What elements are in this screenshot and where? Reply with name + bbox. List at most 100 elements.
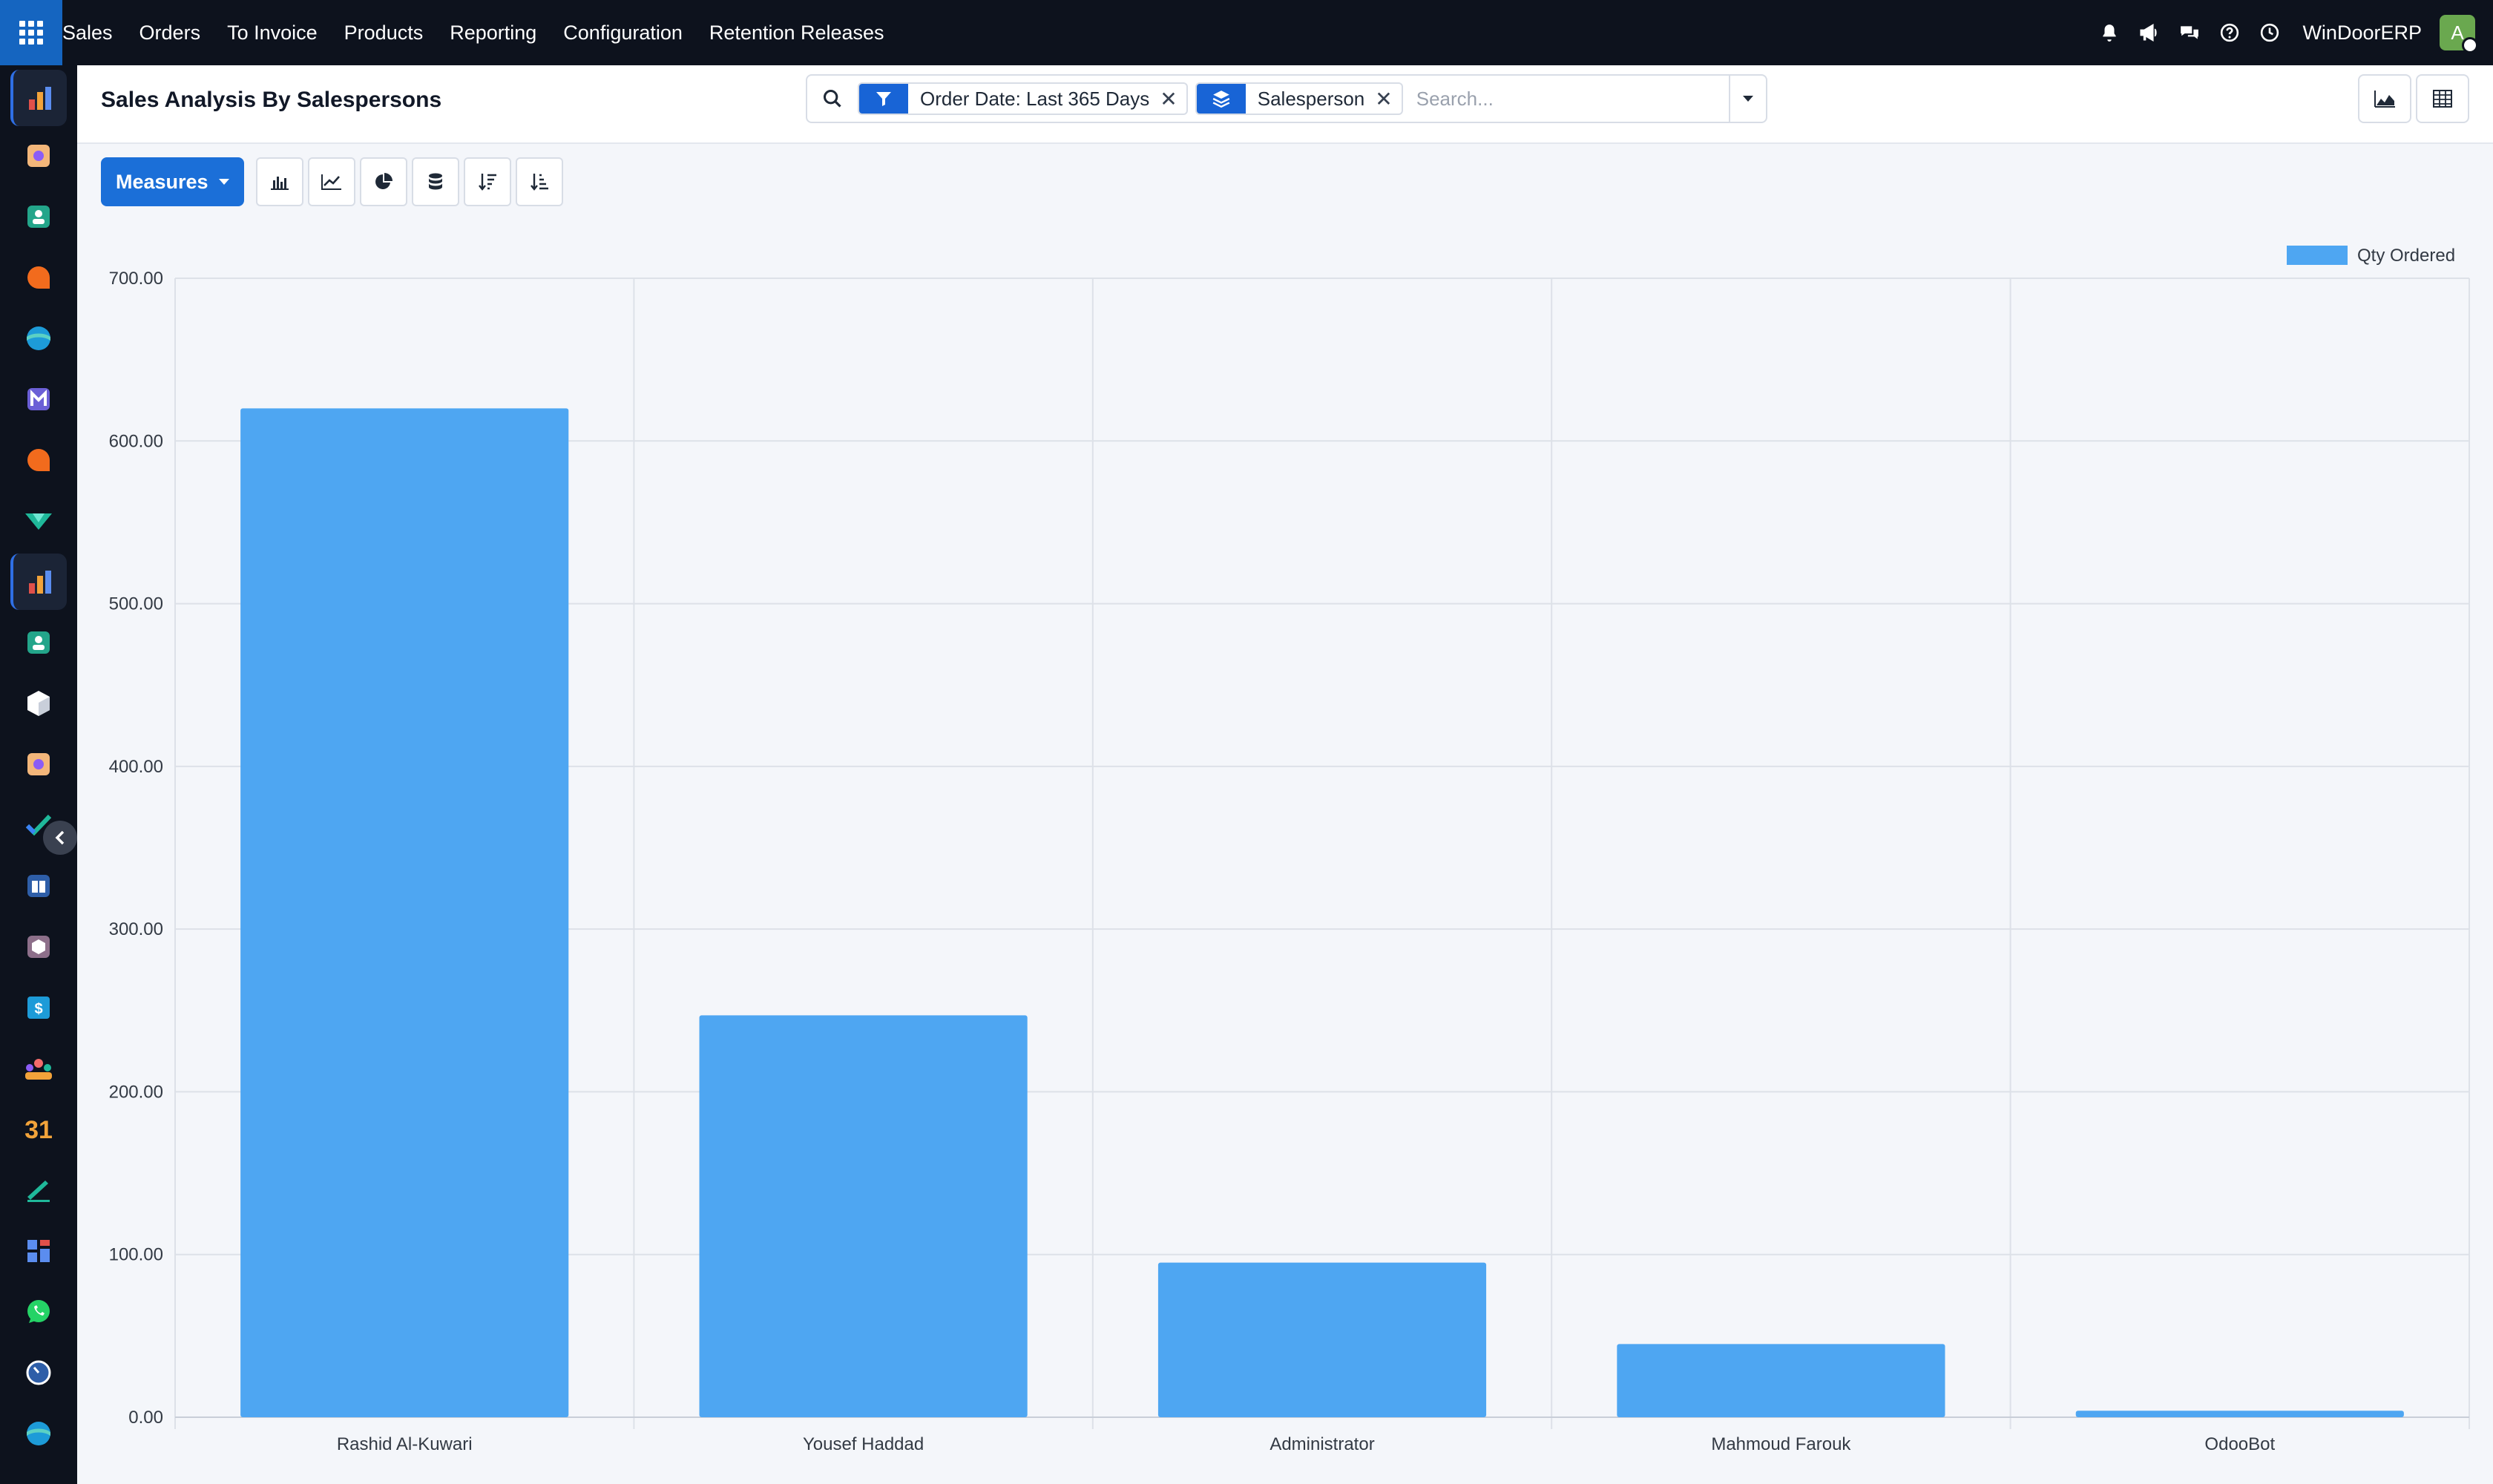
sort-descending-button[interactable] bbox=[463, 157, 511, 206]
legend-label[interactable]: Qty Ordered bbox=[2357, 246, 2455, 266]
rail-app-sales[interactable] bbox=[10, 70, 67, 126]
group-by-facet: Salesperson ✕ bbox=[1195, 82, 1403, 115]
y-tick-label: 0.00 bbox=[128, 1408, 163, 1428]
rail-app-whatsapp[interactable] bbox=[10, 1284, 67, 1340]
bar[interactable] bbox=[240, 408, 569, 1417]
control-panel: Sales Analysis By Salespersons Order Dat… bbox=[77, 65, 2493, 144]
stacked-button[interactable] bbox=[411, 157, 459, 206]
bar-chart-icon bbox=[270, 177, 289, 190]
remove-group-by-button[interactable]: ✕ bbox=[1375, 87, 1401, 111]
presence-indicator bbox=[2462, 37, 2478, 53]
pie-chart-button[interactable] bbox=[359, 157, 407, 206]
filter-facet-value: Order Date: Last 365 Days bbox=[920, 87, 1150, 110]
group-by-facet-value: Salesperson bbox=[1257, 87, 1365, 110]
rail-app-sign[interactable] bbox=[10, 1162, 67, 1218]
discuss-app-icon bbox=[27, 266, 50, 289]
timesheets-app-icon bbox=[26, 1360, 51, 1385]
rail-app-dashboards[interactable] bbox=[10, 1223, 67, 1279]
menu-retention-releases[interactable]: Retention Releases bbox=[709, 22, 884, 45]
search-options-toggle[interactable] bbox=[1729, 76, 1766, 122]
rail-app-live-chat[interactable] bbox=[10, 432, 67, 488]
search-bar: Order Date: Last 365 Days ✕ Salesperson … bbox=[806, 74, 1767, 123]
graph-view-button[interactable] bbox=[2358, 74, 2411, 123]
bar[interactable] bbox=[1617, 1344, 1945, 1417]
employees-app-icon bbox=[27, 631, 50, 654]
rail-app-discuss[interactable] bbox=[10, 249, 67, 306]
inventory-app-icon bbox=[27, 753, 50, 775]
y-tick-label: 100.00 bbox=[109, 1245, 163, 1265]
main-menu: Sales Orders To Invoice Products Reporti… bbox=[62, 0, 911, 65]
contacts-app-icon bbox=[27, 206, 50, 228]
measures-label: Measures bbox=[116, 170, 208, 193]
rail-app-knowledge[interactable] bbox=[10, 858, 67, 914]
rail-app-website[interactable] bbox=[10, 310, 67, 367]
svg-text:31: 31 bbox=[24, 1116, 53, 1143]
live-chat-app-icon bbox=[27, 449, 50, 471]
bar-chart-button[interactable] bbox=[255, 157, 303, 206]
rail-app-inventory-2[interactable] bbox=[10, 736, 67, 792]
y-tick-label: 700.00 bbox=[109, 269, 163, 289]
rail-app-inventory[interactable] bbox=[10, 128, 67, 184]
svg-text:$: $ bbox=[34, 1001, 42, 1017]
measures-dropdown[interactable]: Measures bbox=[101, 157, 244, 206]
rail-app-timesheets[interactable] bbox=[10, 1345, 67, 1401]
menu-sales[interactable]: Sales bbox=[62, 22, 113, 45]
grid-icon bbox=[19, 21, 43, 45]
legend-swatch[interactable] bbox=[2287, 246, 2348, 265]
line-chart-icon bbox=[321, 174, 341, 190]
x-tick-label: Administrator bbox=[1270, 1434, 1374, 1454]
collapse-sidebar-button[interactable] bbox=[43, 821, 77, 855]
top-navbar: Sales Orders To Invoice Products Reporti… bbox=[0, 0, 2493, 65]
website-app-icon bbox=[27, 1422, 50, 1445]
rail-app-employees[interactable] bbox=[10, 614, 67, 671]
help-icon[interactable] bbox=[2219, 22, 2240, 43]
menu-products[interactable]: Products bbox=[344, 22, 424, 45]
megaphone-icon[interactable] bbox=[2139, 22, 2160, 43]
menu-orders[interactable]: Orders bbox=[139, 22, 201, 45]
rail-app-product[interactable] bbox=[10, 675, 67, 732]
sort-ascending-button[interactable] bbox=[515, 157, 563, 206]
avatar-letter: A bbox=[2451, 21, 2464, 44]
y-tick-label: 600.00 bbox=[109, 431, 163, 451]
search-icon[interactable] bbox=[807, 76, 858, 122]
avatar[interactable]: A bbox=[2440, 15, 2478, 53]
sort-ascending-icon bbox=[530, 174, 548, 191]
company-name[interactable]: WinDoorERP bbox=[2302, 22, 2422, 45]
rail-app-calendar[interactable]: 31 bbox=[10, 1101, 67, 1158]
filter-facet: Order Date: Last 365 Days ✕ bbox=[858, 82, 1188, 115]
rail-app-project[interactable] bbox=[10, 493, 67, 549]
chat-icon[interactable] bbox=[2179, 22, 2200, 43]
product-app-icon bbox=[27, 691, 50, 716]
rail-app-contacts[interactable] bbox=[10, 188, 67, 245]
rail-app-manufacturing[interactable] bbox=[10, 919, 67, 975]
filter-icon bbox=[859, 84, 908, 114]
rail-app-website-2[interactable] bbox=[10, 1405, 67, 1462]
menu-configuration[interactable]: Configuration bbox=[563, 22, 683, 45]
chart-area: 0.00 100.00 200.00 300.00 400.00 500.00 600.00… bbox=[77, 223, 2493, 1484]
rail-app-email-marketing[interactable] bbox=[10, 371, 67, 427]
x-tick-label: Mahmoud Farouk bbox=[1711, 1434, 1851, 1454]
y-tick-label: 300.00 bbox=[109, 919, 163, 939]
search-input[interactable] bbox=[1410, 87, 1729, 111]
recruitment-app-icon bbox=[25, 1059, 52, 1080]
bell-icon[interactable] bbox=[2099, 22, 2120, 43]
line-chart-button[interactable] bbox=[307, 157, 355, 206]
bar[interactable] bbox=[1157, 1262, 1487, 1417]
rail-app-sales-2[interactable] bbox=[10, 554, 67, 610]
systray: WinDoorERP A bbox=[2080, 0, 2478, 65]
project-app-icon bbox=[25, 513, 52, 530]
menu-to-invoice[interactable]: To Invoice bbox=[227, 22, 318, 45]
app-sidebar: $ 31 bbox=[0, 65, 77, 1484]
remove-filter-button[interactable]: ✕ bbox=[1160, 87, 1186, 111]
menu-reporting[interactable]: Reporting bbox=[450, 22, 536, 45]
caret-down-icon bbox=[218, 179, 229, 185]
chevron-left-icon bbox=[55, 830, 65, 845]
sales-app-icon bbox=[29, 571, 51, 594]
bar[interactable] bbox=[2075, 1411, 2404, 1417]
rail-app-invoicing[interactable]: $ bbox=[10, 979, 67, 1036]
bar[interactable] bbox=[699, 1015, 1028, 1417]
app-menu-button[interactable] bbox=[0, 0, 62, 65]
clock-icon[interactable] bbox=[2259, 22, 2280, 43]
pivot-view-button[interactable] bbox=[2416, 74, 2469, 123]
rail-app-recruitment[interactable] bbox=[10, 1040, 67, 1097]
